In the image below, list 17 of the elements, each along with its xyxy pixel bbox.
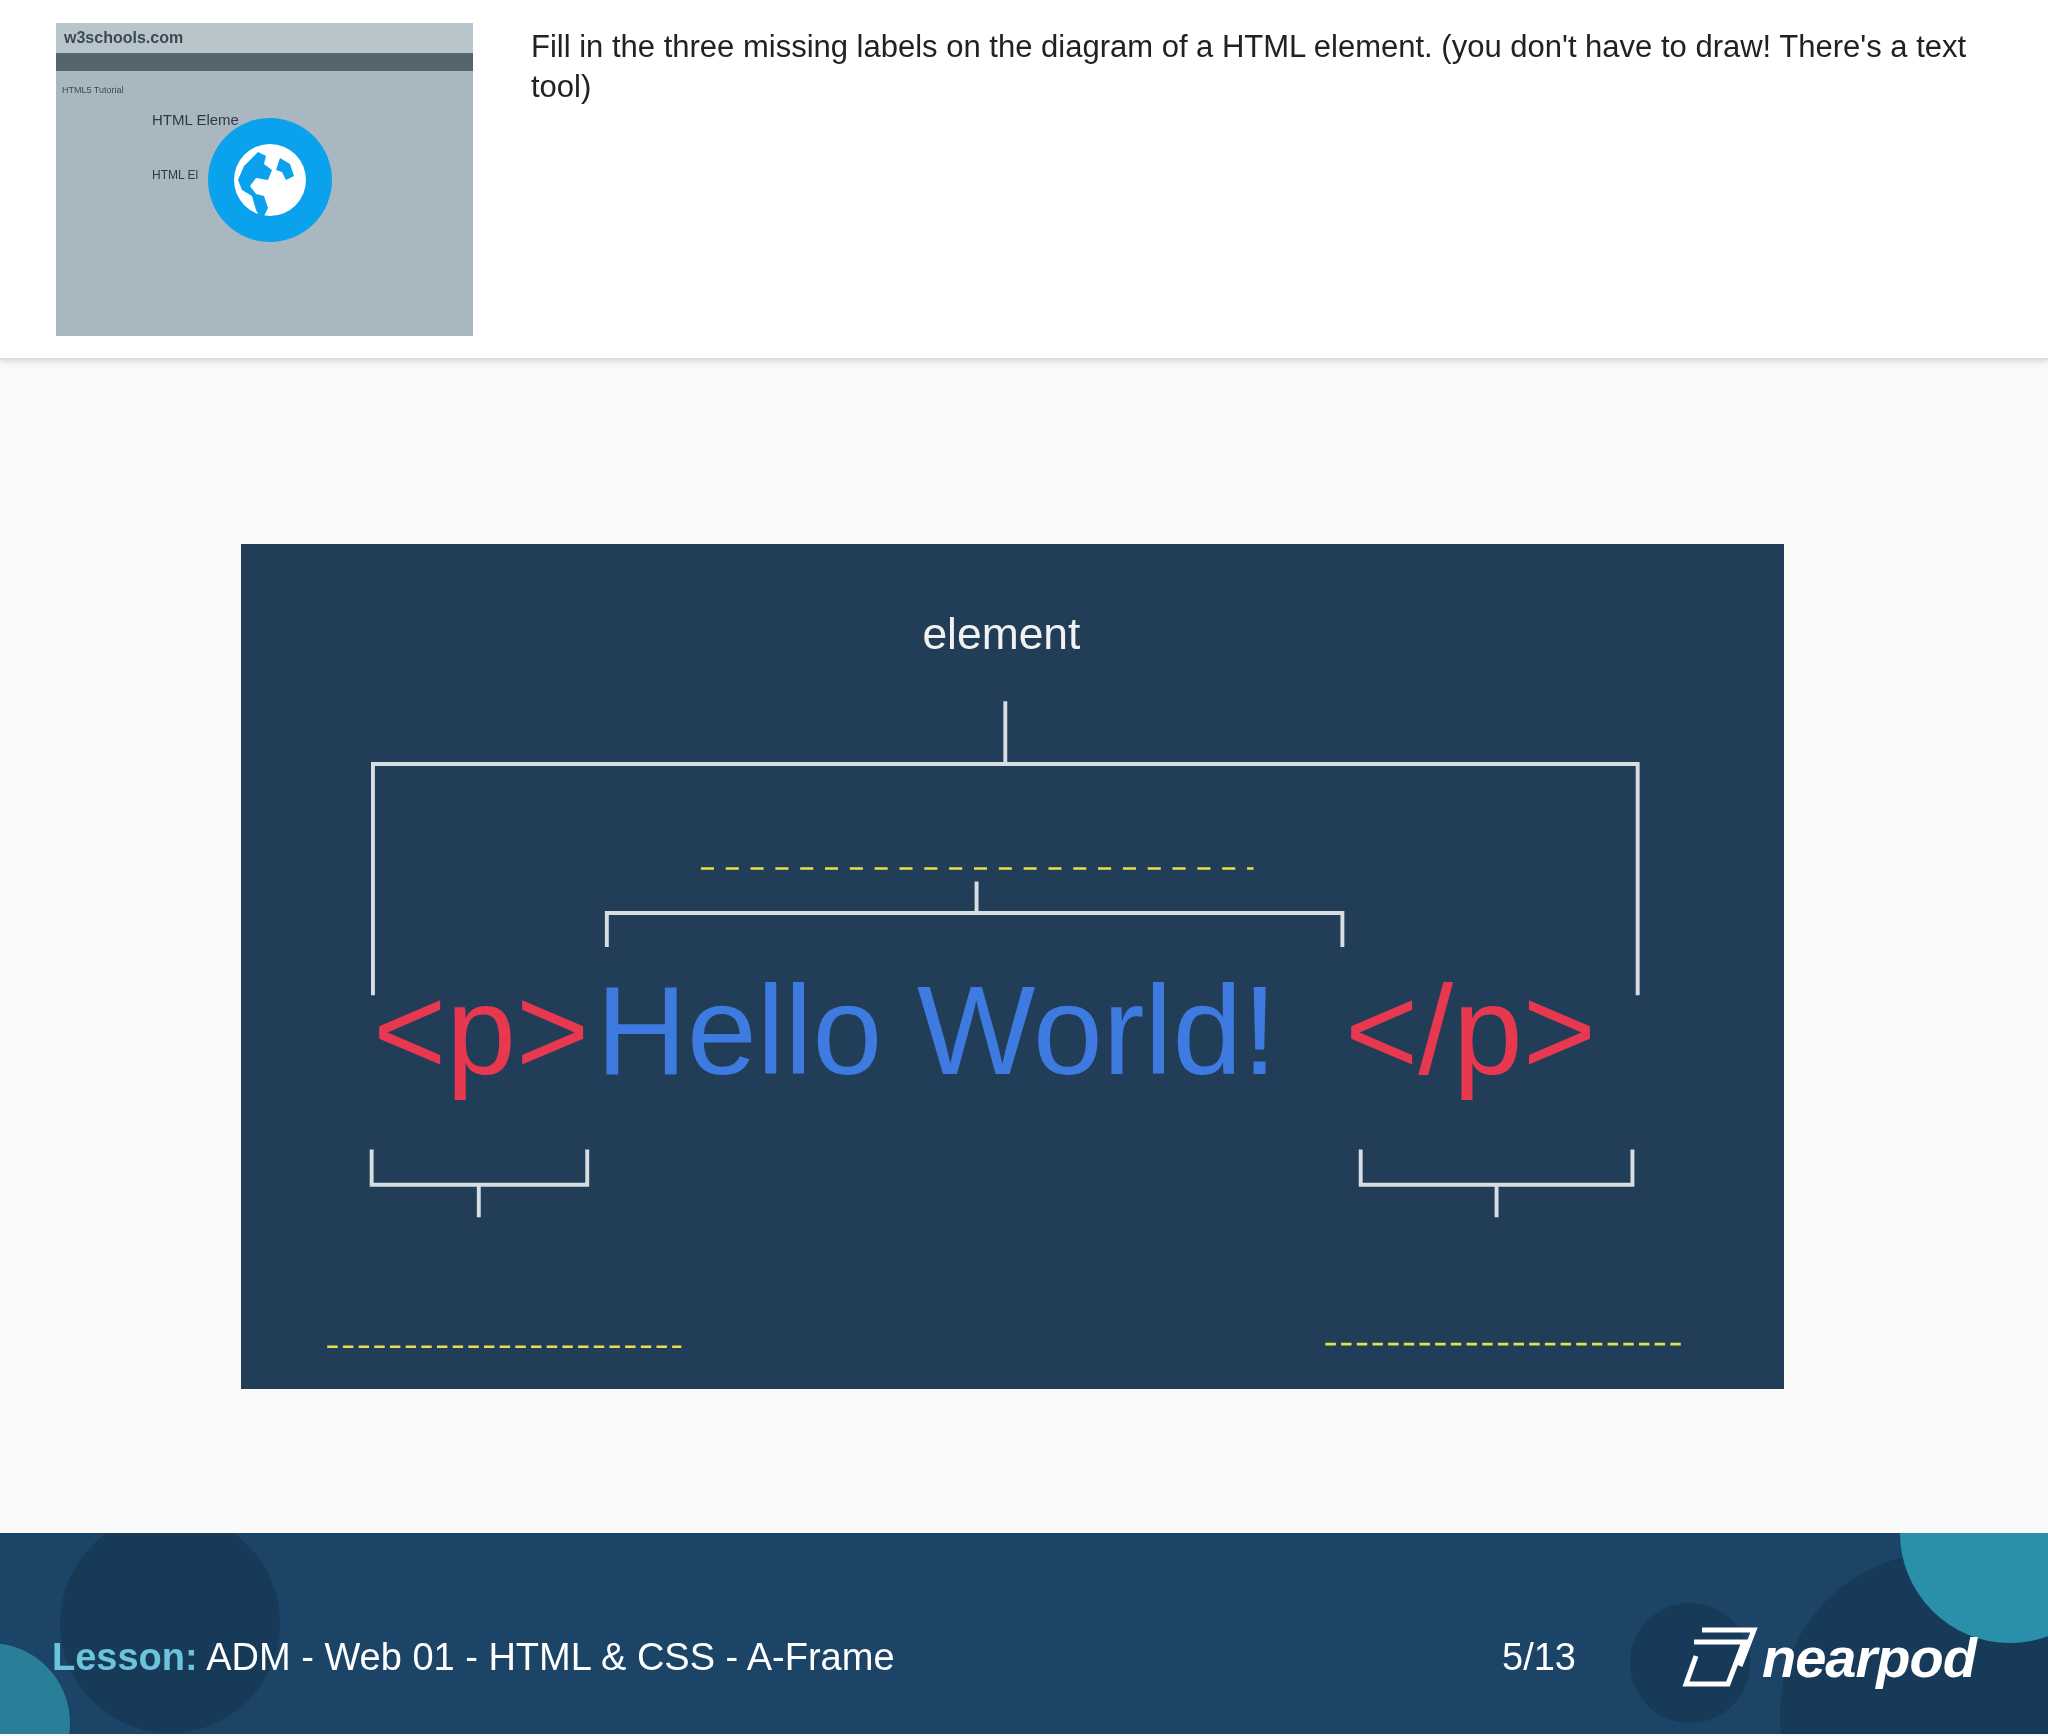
tag-text: </p>: [1344, 959, 1596, 1101]
sidebar-title: HTML5 Tutorial: [62, 85, 124, 95]
tag-text: <p>: [372, 959, 589, 1101]
site-logo-text: w3schools.com: [64, 29, 184, 47]
content-text: Hello World!: [595, 959, 1277, 1101]
page-counter: 5/13: [1502, 1636, 1577, 1679]
logo-icon: [1682, 1625, 1758, 1690]
fill-in-line[interactable]: [326, 1345, 681, 1348]
element-label: element: [921, 609, 1080, 658]
question-text: Fill in the three missing labels on the diagram of a HTML element. (you don't have to draw! There's a text tool): [531, 28, 1968, 106]
section-heading: HTML El: [152, 168, 200, 182]
lesson-title: Lesson: ADM - Web 01 - HTML & CSS - A-Frame: [52, 1636, 896, 1679]
logo-text: nearpod: [1762, 1625, 1976, 1690]
fill-in-line[interactable]: [700, 867, 1254, 870]
webpage-thumbnail[interactable]: w3schools.com HTML5 Tutorial HTML Eleme HTML El: [56, 23, 473, 336]
page-heading: HTML Eleme: [152, 111, 239, 128]
fill-in-line[interactable]: [1324, 1342, 1681, 1346]
